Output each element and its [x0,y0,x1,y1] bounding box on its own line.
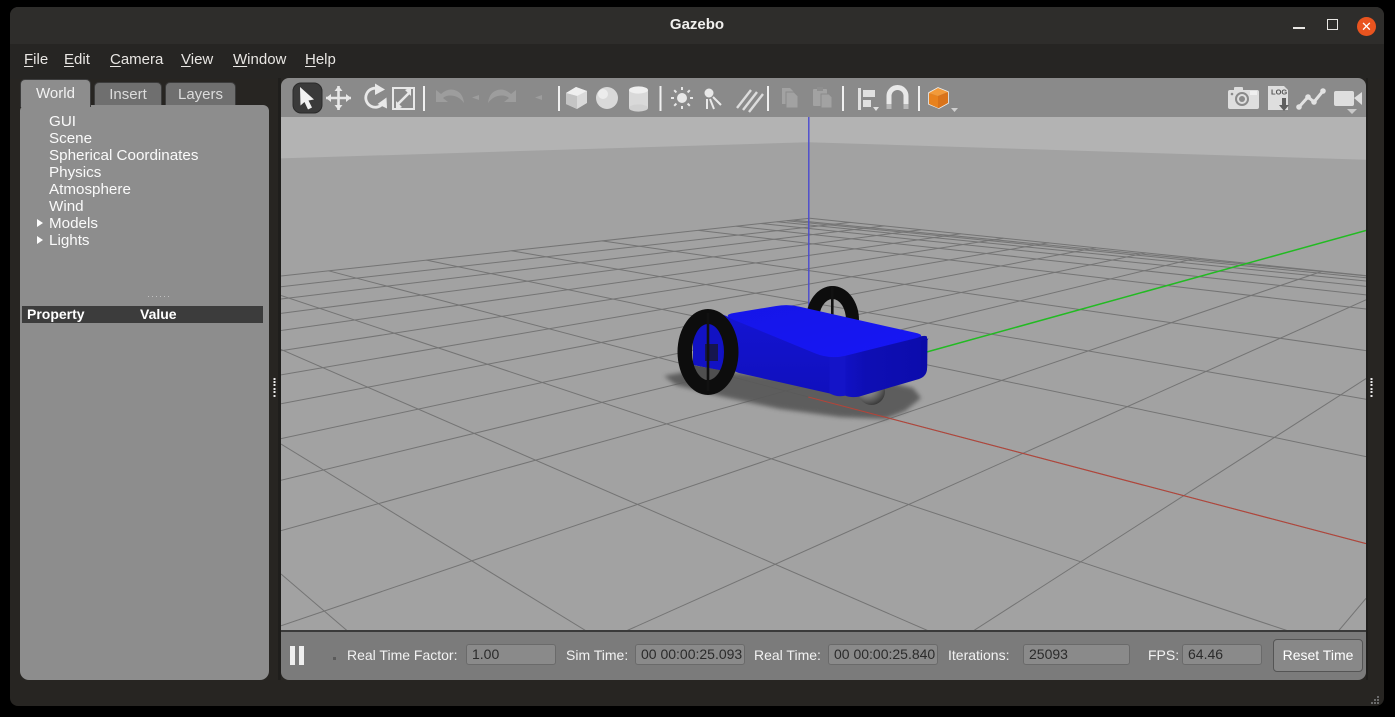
svg-text:LOG: LOG [1271,88,1287,97]
